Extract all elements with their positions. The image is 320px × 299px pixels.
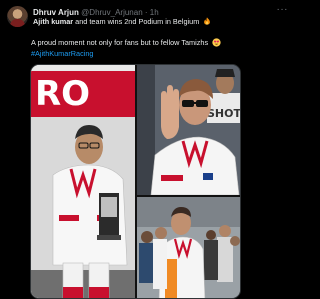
avatar[interactable] xyxy=(7,6,28,27)
banner-text-left: RO xyxy=(35,74,90,114)
header-separator: · xyxy=(144,8,148,17)
photo-driver-with-crowd[interactable] xyxy=(137,197,240,298)
banner-text-right: SHOT xyxy=(207,107,241,120)
tweet-line-2-text: A proud moment not only for fans but to … xyxy=(31,38,209,47)
author-name[interactable]: Dhruv Arjun xyxy=(33,8,79,17)
photo-right-top-scene: SHOT xyxy=(137,65,241,195)
photo-driver-with-trophy[interactable]: RO xyxy=(31,65,135,298)
tweet-time[interactable]: 1h xyxy=(150,8,159,17)
photo-left-scene: RO xyxy=(31,65,135,298)
tweet-text-line-2: A proud moment not only for fans but to … xyxy=(31,38,221,48)
tweet-line-1-rest: and team wins 2nd Podium in Belgium xyxy=(73,17,200,26)
media-grid[interactable]: RO SHOT xyxy=(30,64,241,299)
hashtag-link[interactable]: #AjithKumarRacing xyxy=(31,49,93,59)
photo-right-bottom-scene xyxy=(137,197,240,298)
photo-driver-waving[interactable]: SHOT xyxy=(137,65,241,195)
tweet-bold-name: Ajith kumar xyxy=(33,17,74,26)
author-handle[interactable]: @Dhruv_Arjunan xyxy=(81,8,142,17)
tweet-card[interactable]: Dhruv Arjun @Dhruv_Arjunan · 1h ··· Ajit… xyxy=(0,0,296,299)
more-options-icon[interactable]: ··· xyxy=(277,4,289,15)
tweet-text-line-1: Ajith kumar and team wins 2nd Podium in … xyxy=(33,17,211,27)
fire-icon xyxy=(204,17,211,25)
heart-eyes-icon xyxy=(212,38,221,47)
